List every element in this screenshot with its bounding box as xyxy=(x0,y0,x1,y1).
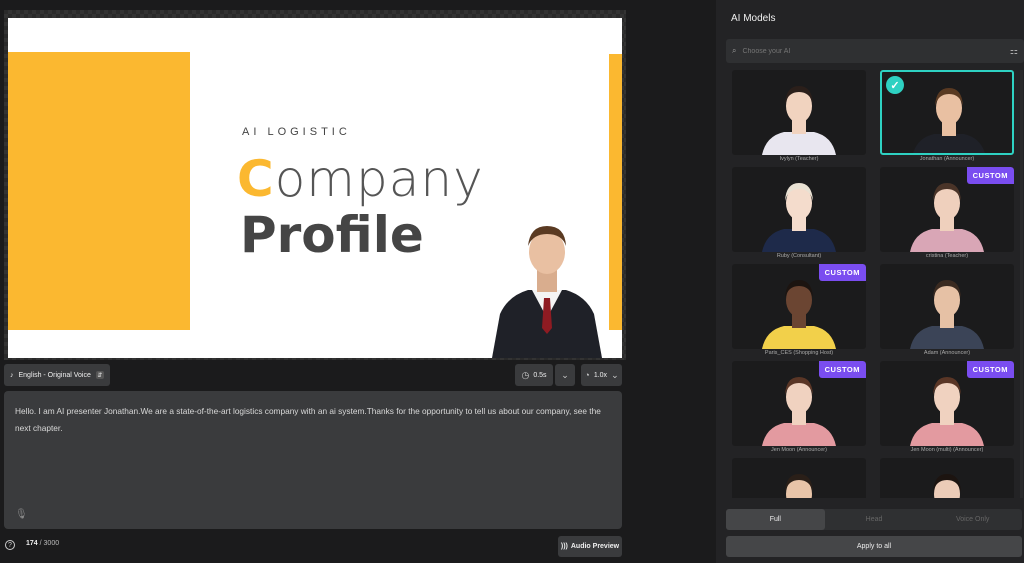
model-card[interactable] xyxy=(880,458,1014,498)
slide-title-rest: ompany xyxy=(274,150,484,208)
model-name: Paris_CES (Shopping Host) xyxy=(764,350,834,356)
model-portrait xyxy=(933,474,961,498)
model-card[interactable]: CUSTOM Jen Moon (multi) (Announcer) xyxy=(880,361,1014,457)
display-mode-tabs: Full Head Voice Only xyxy=(726,509,1022,530)
ai-models-panel: AI Models ⌕ ⚏ Ivylyn (Teacher) ✓ Jonathan … xyxy=(716,0,1024,563)
char-count-value: 174 xyxy=(26,540,38,547)
selected-check-icon: ✓ xyxy=(886,76,904,94)
pause-duration-button[interactable]: ◷ 0.5s xyxy=(515,364,553,386)
model-search-input[interactable] xyxy=(742,47,1004,55)
model-grid: Ivylyn (Teacher) ✓ Jonathan (Announcer) Rub… xyxy=(732,70,1018,498)
character-counter: 174 / 3000 xyxy=(26,540,59,547)
editor-pane: AI LOGISTIC Company Profile ♪ English - … xyxy=(0,0,716,563)
custom-badge: CUSTOM xyxy=(966,167,1014,184)
chevron-down-icon: ⌄ xyxy=(561,369,569,380)
model-card[interactable]: Ivylyn (Teacher) xyxy=(732,70,866,166)
model-thumbnail[interactable] xyxy=(880,264,1014,349)
apply-to-all-label: Apply to all xyxy=(856,543,892,550)
model-portrait xyxy=(785,474,813,498)
help-icon[interactable]: ? xyxy=(5,540,15,550)
model-thumbnail[interactable] xyxy=(880,458,1014,498)
model-portrait xyxy=(762,183,836,252)
speed-value: 1.0x xyxy=(593,371,608,379)
model-thumbnail[interactable] xyxy=(732,70,866,155)
search-icon: ⌕ xyxy=(732,46,737,55)
model-card[interactable] xyxy=(732,458,866,498)
microphone-icon[interactable]: 🎙 xyxy=(15,509,28,520)
speed-selector[interactable]: ◔ 1.0x ⌄ xyxy=(581,364,622,386)
model-name: Jen Moon (Announcer) xyxy=(771,447,827,453)
script-textarea[interactable]: Hello. I am AI presenter Jonathan.We are… xyxy=(4,391,622,529)
slide-title-line2: Profile xyxy=(240,206,424,264)
model-name: Adam (Announcer) xyxy=(923,350,971,356)
model-name: Jen Moon (multi) (Announcer) xyxy=(910,447,984,453)
mode-tab[interactable]: Voice Only xyxy=(923,509,1022,530)
chevron-down-icon: ⌄ xyxy=(611,369,619,380)
model-card[interactable]: CUSTOM Jen Moon (Announcer) xyxy=(732,361,866,457)
model-card[interactable]: CUSTOM Paris_CES (Shopping Host) xyxy=(732,264,866,360)
model-name: Ivylyn (Teacher) xyxy=(779,156,819,162)
slide-subtitle: AI LOGISTIC xyxy=(242,126,351,138)
custom-badge: CUSTOM xyxy=(818,361,866,378)
voice-language-label: English - Original Voice xyxy=(18,371,91,379)
slide-title-first-letter: C xyxy=(237,150,275,208)
model-grid-scrollbar[interactable] xyxy=(1020,70,1023,498)
model-thumbnail[interactable] xyxy=(732,167,866,252)
audio-preview-button[interactable]: ))) Audio Preview xyxy=(558,536,622,557)
model-portrait xyxy=(910,280,984,349)
model-thumbnail[interactable]: CUSTOM xyxy=(880,361,1014,446)
char-count-limit: / 3000 xyxy=(39,540,60,547)
custom-badge: CUSTOM xyxy=(818,264,866,281)
presenter-avatar[interactable] xyxy=(488,210,606,358)
slide-yellow-block-left xyxy=(8,52,190,330)
model-card[interactable]: CUSTOM cristina (Teacher) xyxy=(880,167,1014,263)
model-thumbnail[interactable] xyxy=(732,458,866,498)
slide-preview[interactable]: AI LOGISTIC Company Profile xyxy=(8,18,622,358)
script-text[interactable]: Hello. I am AI presenter Jonathan.We are… xyxy=(15,403,611,437)
pause-dropdown-button[interactable]: ⌄ xyxy=(555,364,575,386)
clock-icon: ◷ xyxy=(521,369,530,380)
voice-wave-icon: ♪ xyxy=(10,371,14,379)
model-search-bar[interactable]: ⌕ ⚏ xyxy=(726,39,1024,63)
audio-preview-label: Audio Preview xyxy=(570,543,620,550)
model-card[interactable]: ✓ Jonathan (Announcer) xyxy=(880,70,1014,166)
filter-icon[interactable]: ⚏ xyxy=(1010,46,1018,57)
voice-language-selector[interactable]: ♪ English - Original Voice ⇵ xyxy=(4,364,110,386)
speedometer-icon: ◔ xyxy=(584,370,590,380)
audio-wave-icon: ))) xyxy=(560,543,568,550)
model-name: Jonathan (Announcer) xyxy=(919,156,975,162)
model-thumbnail[interactable]: CUSTOM xyxy=(732,361,866,446)
slide-title-line1: Company xyxy=(237,150,484,208)
voice-settings-icon[interactable]: ⇵ xyxy=(95,371,104,379)
panel-title: AI Models xyxy=(731,13,776,24)
model-thumbnail[interactable]: CUSTOM xyxy=(880,167,1014,252)
mode-tab[interactable]: Full xyxy=(726,509,825,530)
app-root: AI LOGISTIC Company Profile ♪ English - … xyxy=(0,0,1024,563)
custom-badge: CUSTOM xyxy=(966,361,1014,378)
apply-to-all-button[interactable]: Apply to all xyxy=(726,536,1022,557)
slide-yellow-block-right xyxy=(609,54,622,330)
pause-duration-value: 0.5s xyxy=(533,371,547,379)
model-name: Ruby (Consultant) xyxy=(776,253,822,259)
model-portrait xyxy=(762,86,836,155)
model-card[interactable]: Adam (Announcer) xyxy=(880,264,1014,360)
mode-tab[interactable]: Head xyxy=(825,509,924,530)
model-card[interactable]: Ruby (Consultant) xyxy=(732,167,866,263)
model-thumbnail[interactable]: ✓ xyxy=(880,70,1014,155)
model-thumbnail[interactable]: CUSTOM xyxy=(732,264,866,349)
model-name: cristina (Teacher) xyxy=(925,253,969,259)
